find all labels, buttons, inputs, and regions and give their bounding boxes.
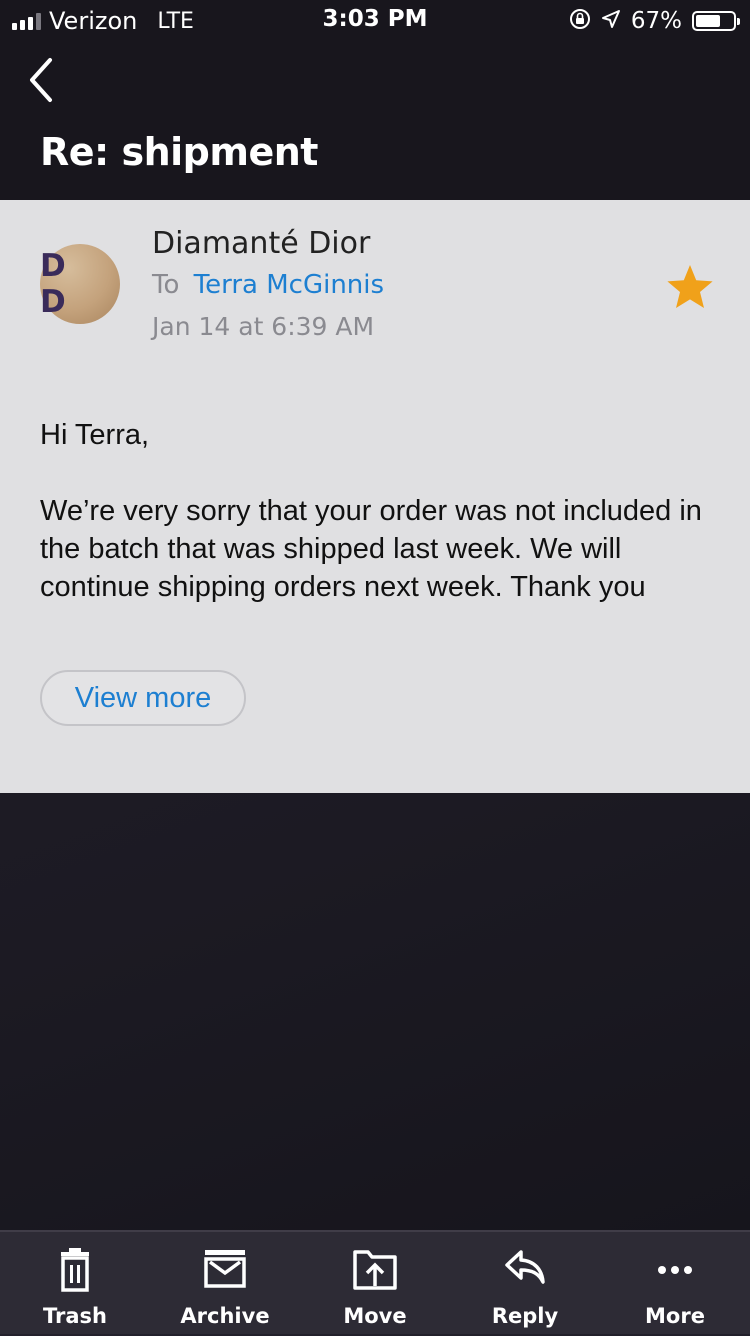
battery-fill <box>696 15 720 27</box>
battery-icon <box>692 11 740 31</box>
move-label: Move <box>343 1304 407 1328</box>
rotation-lock-icon <box>569 8 591 35</box>
view-more-button[interactable]: View more <box>40 670 246 726</box>
recipient-line: To Terra McGinnis <box>152 270 384 300</box>
page-title: Re: shipment <box>40 130 318 174</box>
to-label: To <box>152 270 180 300</box>
status-bar: Verizon LTE 3:03 PM 67% <box>0 0 750 40</box>
move-button[interactable]: Move <box>300 1232 450 1336</box>
message-date: Jan 14 at 6:39 AM <box>152 312 375 341</box>
archive-button[interactable]: Archive <box>150 1232 300 1336</box>
more-label: More <box>645 1304 705 1328</box>
status-right: 67% <box>569 6 740 36</box>
back-button[interactable] <box>24 52 64 108</box>
archive-label: Archive <box>180 1304 270 1328</box>
reply-icon <box>505 1250 545 1284</box>
more-button[interactable]: More <box>600 1232 750 1336</box>
location-arrow-icon <box>601 9 621 34</box>
bottom-toolbar: Trash Archive Move Reply More <box>0 1230 750 1334</box>
reply-label: Reply <box>491 1304 559 1328</box>
message-body: Hi Terra, We’re very sorry that your ord… <box>40 416 720 606</box>
archive-icon <box>204 1250 246 1288</box>
message-card: D D Diamanté Dior To Terra McGinnis Jan … <box>0 200 750 793</box>
message-greeting: Hi Terra, <box>40 419 150 451</box>
star-icon <box>667 265 713 308</box>
message-header: Re: shipment <box>0 40 750 200</box>
reply-button[interactable]: Reply <box>450 1232 600 1336</box>
chevron-left-icon <box>30 58 52 102</box>
trash-button[interactable]: Trash <box>0 1232 150 1336</box>
battery-percent: 67% <box>630 8 682 34</box>
trash-icon <box>61 1248 89 1292</box>
trash-label: Trash <box>43 1304 107 1328</box>
more-dots-icon <box>658 1266 692 1274</box>
recipient-link[interactable]: Terra McGinnis <box>194 270 384 300</box>
star-button[interactable] <box>664 262 716 312</box>
move-folder-icon <box>353 1250 397 1290</box>
message-paragraph: We’re very sorry that your order was not… <box>40 495 702 603</box>
avatar[interactable]: D D <box>40 244 120 324</box>
sender-name[interactable]: Diamanté Dior <box>152 226 370 261</box>
